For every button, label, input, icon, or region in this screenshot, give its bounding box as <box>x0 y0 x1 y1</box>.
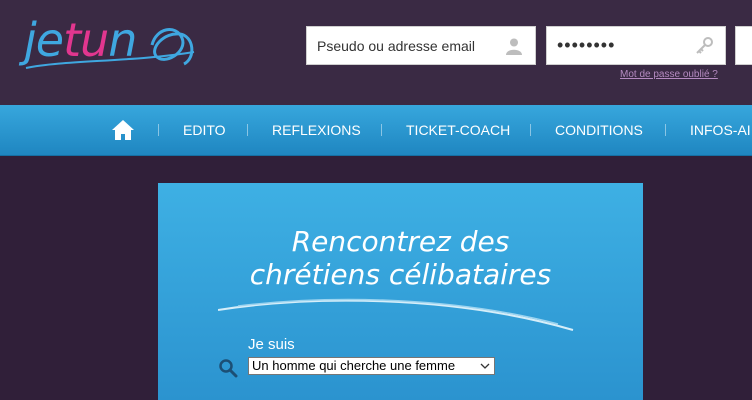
user-icon <box>506 38 522 55</box>
headline-line-2: chrétiens célibataires <box>249 258 552 291</box>
forgot-password-link[interactable]: Mot de passe oublié ? <box>620 69 718 80</box>
nav-separator <box>158 124 159 136</box>
logo-part-je: je <box>24 13 64 67</box>
nav-item-infos[interactable]: INFOS-AI <box>690 105 751 155</box>
nav-separator <box>665 124 666 136</box>
pseudo-input[interactable] <box>307 27 497 64</box>
key-icon <box>696 37 713 54</box>
header: jetun Mot de passe oublié ? <box>0 0 752 105</box>
hero-panel: Rencontrez des chrétiens célibataires Je… <box>158 183 643 400</box>
seeking-select-value: Un homme qui cherche une femme <box>252 358 456 373</box>
hero-headline: Rencontrez des chrétiens célibataires <box>158 225 643 291</box>
logo-part-tu: tu <box>63 13 109 67</box>
password-input[interactable] <box>547 27 687 64</box>
seeking-select[interactable]: Un homme qui cherche une femme <box>248 357 495 375</box>
jetun-logo[interactable]: jetun <box>24 10 204 80</box>
login-button-partial[interactable] <box>735 26 752 65</box>
search-icon <box>219 359 238 378</box>
nav-item-reflexions[interactable]: REFLEXIONS <box>272 105 361 155</box>
logo-text: jetun <box>24 10 137 70</box>
home-icon[interactable] <box>111 119 135 141</box>
pseudo-field[interactable] <box>306 26 536 65</box>
nav-separator <box>381 124 382 136</box>
nav-item-edito[interactable]: EDITO <box>183 105 226 155</box>
headline-line-1: Rencontrez des <box>291 225 510 258</box>
nav-separator <box>247 124 248 136</box>
main-nav: EDITO REFLEXIONS TICKET-COACH CONDITIONS… <box>0 105 752 156</box>
logo-part-n: n <box>108 13 137 67</box>
chevron-down-icon <box>480 363 490 369</box>
nav-item-conditions[interactable]: CONDITIONS <box>555 105 643 155</box>
je-suis-label: Je suis <box>248 336 295 353</box>
password-field[interactable] <box>546 26 726 65</box>
nav-separator <box>530 124 531 136</box>
nav-item-ticket-coach[interactable]: TICKET-COACH <box>406 105 510 155</box>
swoosh-decoration <box>218 298 574 331</box>
